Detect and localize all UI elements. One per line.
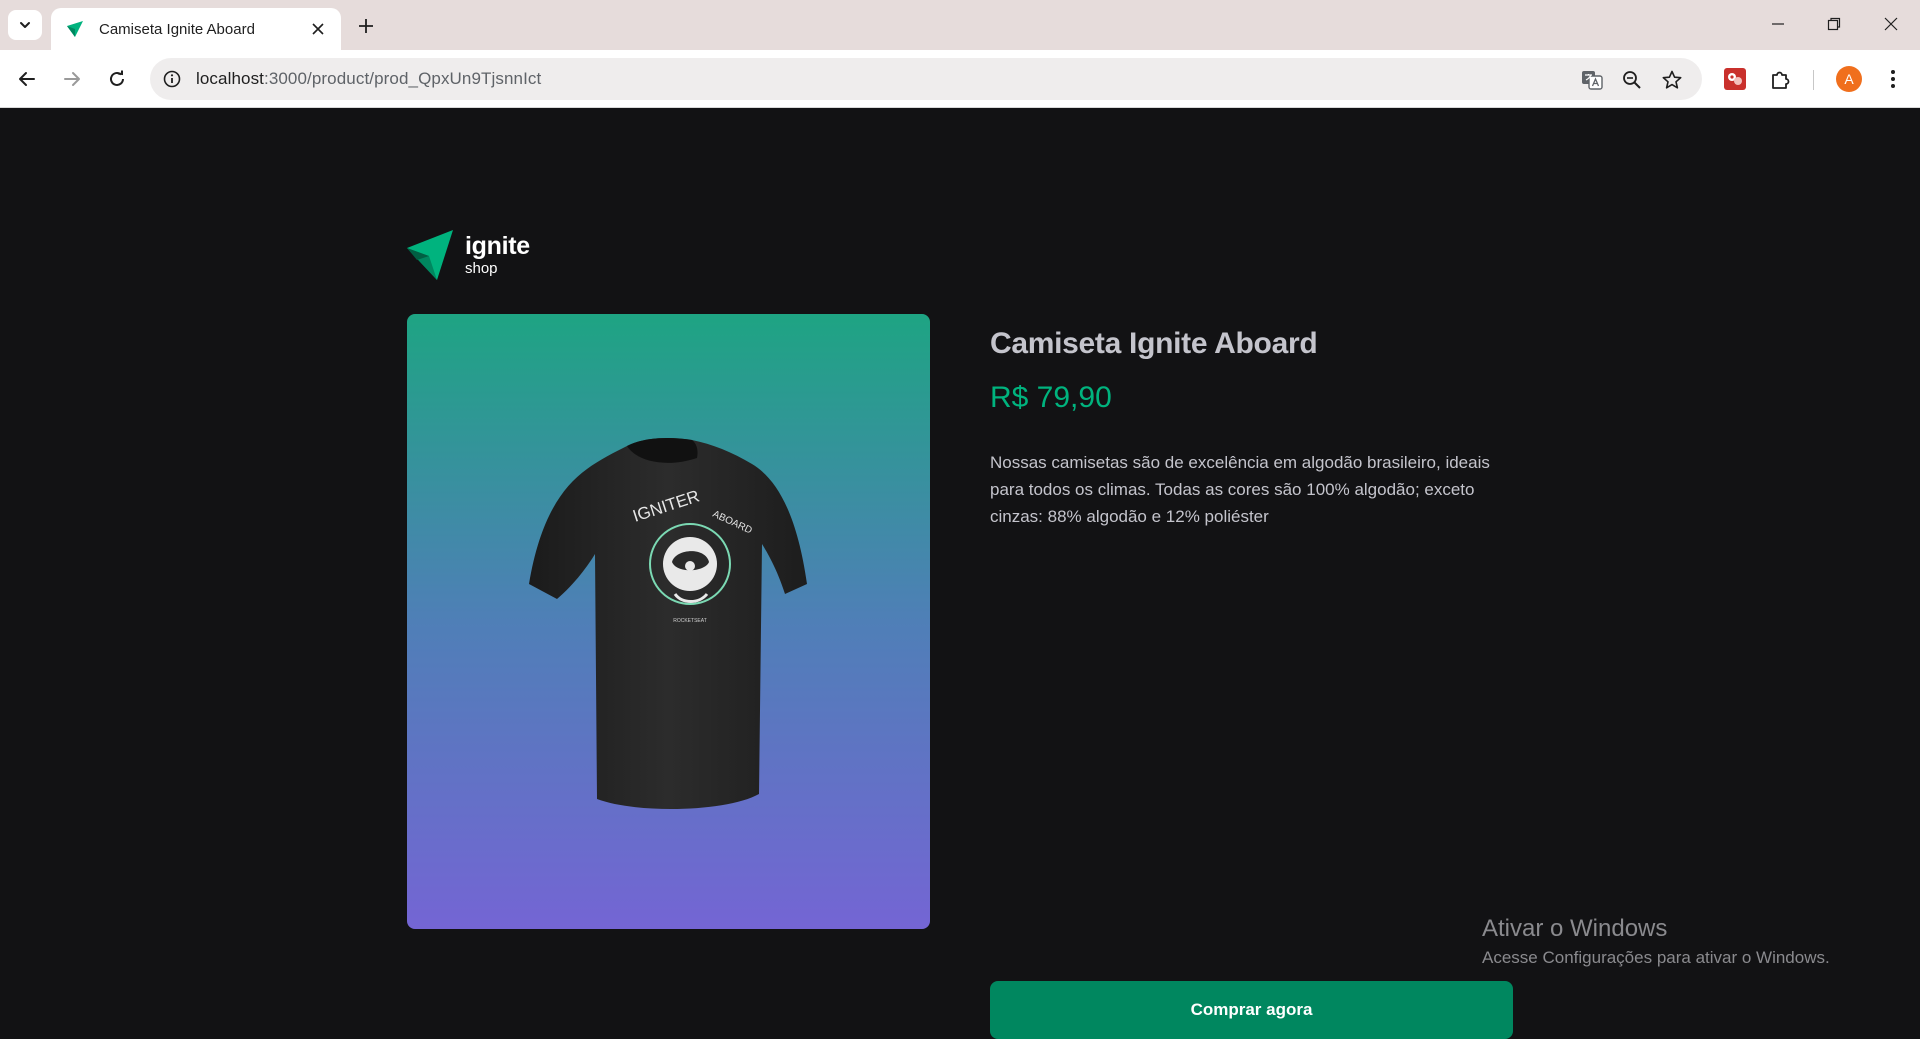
chevron-down-icon xyxy=(20,22,30,28)
forward-button[interactable] xyxy=(57,64,87,94)
address-bar[interactable]: localhost:3000/product/prod_QpxUn9TjsnnI… xyxy=(150,58,1702,100)
url-text: localhost:3000/product/prod_QpxUn9TjsnnI… xyxy=(196,69,541,89)
windows-activation-watermark: Ativar o Windows Acesse Configurações pa… xyxy=(1482,914,1830,970)
restore-button[interactable] xyxy=(1811,8,1857,40)
toolbar-divider xyxy=(1813,70,1814,90)
url-path: :3000/product/prod_QpxUn9TjsnnIct xyxy=(264,69,542,88)
window-close-icon xyxy=(1884,17,1898,31)
translate-icon xyxy=(1582,71,1603,90)
site-info-button[interactable] xyxy=(160,67,184,91)
ignite-logo-icon xyxy=(407,230,453,280)
browser-menu-button[interactable] xyxy=(1878,64,1908,94)
browser-tab[interactable]: Camiseta Ignite Aboard xyxy=(51,8,341,50)
browser-toolbar: localhost:3000/product/prod_QpxUn9TjsnnI… xyxy=(0,50,1920,108)
ignite-shop-logo[interactable]: ignite shop xyxy=(407,230,530,280)
product-title: Camiseta Ignite Aboard xyxy=(990,327,1318,360)
buy-now-button[interactable]: Comprar agora xyxy=(990,981,1513,1039)
star-icon xyxy=(1662,70,1682,89)
plus-icon xyxy=(359,19,373,33)
logo-title: ignite xyxy=(465,232,530,260)
url-host: localhost xyxy=(196,69,264,88)
product-description: Nossas camisetas são de excelência em al… xyxy=(990,453,1490,526)
product-image-container: IGNITER ABOARD ROCKETSEAT xyxy=(407,314,930,929)
translate-button[interactable] xyxy=(1579,67,1605,93)
shirt-print-brand: ROCKETSEAT xyxy=(673,618,707,624)
minimize-icon xyxy=(1772,23,1784,25)
restore-icon xyxy=(1827,17,1841,31)
extension-button[interactable] xyxy=(1720,64,1750,94)
reload-button[interactable] xyxy=(102,64,132,94)
minimize-button[interactable] xyxy=(1755,8,1801,40)
extensions-menu-button[interactable] xyxy=(1766,64,1796,94)
product-details: Camiseta Ignite Aboard R$ 79,90 Nossas c… xyxy=(990,314,1513,1039)
logo-subtitle: shop xyxy=(465,260,498,277)
kebab-menu-icon xyxy=(1891,70,1895,88)
back-button[interactable] xyxy=(12,64,42,94)
zoom-button[interactable] xyxy=(1619,67,1645,93)
zoom-out-icon xyxy=(1623,71,1641,89)
close-icon xyxy=(312,23,324,35)
forward-arrow-icon xyxy=(64,72,80,86)
watermark-title: Ativar o Windows xyxy=(1482,915,1668,942)
logo-wordmark: ignite shop xyxy=(465,233,530,278)
tab-title: Camiseta Ignite Aboard xyxy=(99,20,255,38)
puzzle-icon xyxy=(1772,71,1790,89)
page-content: ignite shop IGNITER ABOARD ROCKETSEAT Ca… xyxy=(0,109,1920,1039)
ignite-favicon-icon xyxy=(67,21,83,37)
profile-avatar[interactable]: A xyxy=(1836,66,1862,92)
watermark-subtitle: Acesse Configurações para ativar o Windo… xyxy=(1482,948,1830,967)
back-arrow-icon xyxy=(19,72,35,86)
bookmark-button[interactable] xyxy=(1659,67,1685,93)
extension-icon xyxy=(1724,68,1746,90)
tab-search-button[interactable] xyxy=(8,10,42,40)
tab-strip: Camiseta Ignite Aboard xyxy=(0,0,1920,50)
tshirt-image: IGNITER ABOARD ROCKETSEAT xyxy=(529,438,807,810)
site-info-icon xyxy=(163,70,181,88)
reload-icon xyxy=(110,70,124,86)
new-tab-button[interactable] xyxy=(352,12,380,40)
tab-close-button[interactable] xyxy=(307,18,329,40)
window-close-button[interactable] xyxy=(1868,8,1914,40)
product-price: R$ 79,90 xyxy=(990,381,1112,414)
